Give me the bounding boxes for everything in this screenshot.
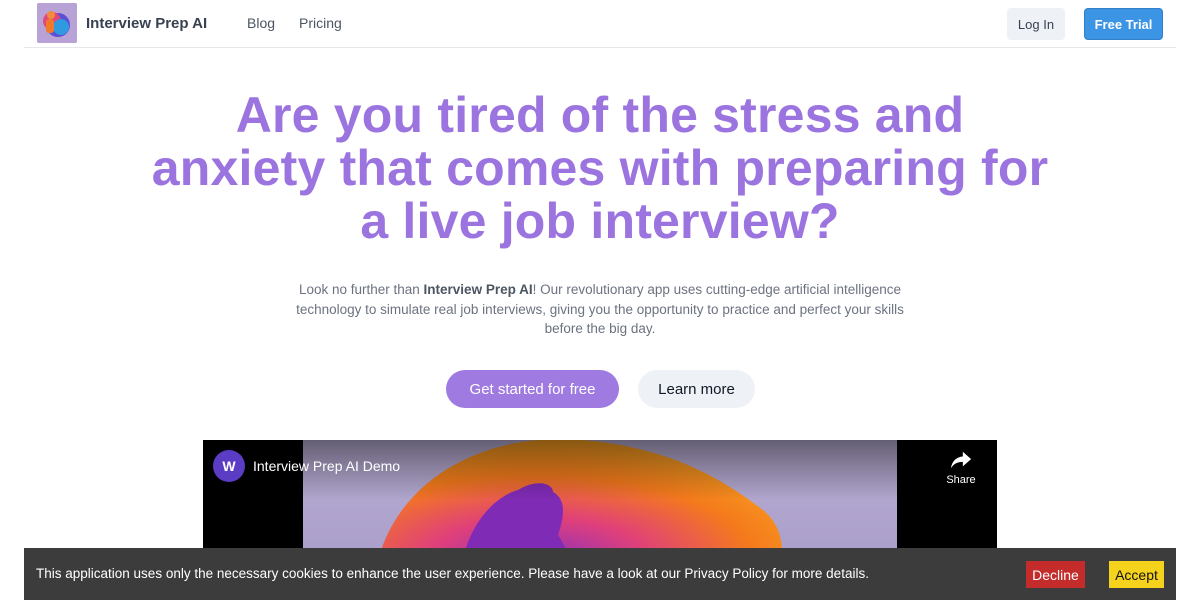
nav-link-blog[interactable]: Blog <box>247 15 275 31</box>
hero-subtitle-brand: Interview Prep AI <box>423 282 533 297</box>
get-started-button[interactable]: Get started for free <box>446 370 619 408</box>
nav-link-pricing[interactable]: Pricing <box>299 15 342 31</box>
free-trial-button[interactable]: Free Trial <box>1084 8 1163 40</box>
decline-cookies-button[interactable]: Decline <box>1026 561 1085 588</box>
accept-cookies-button[interactable]: Accept <box>1109 561 1164 588</box>
hero-subtitle: Look no further than Interview Prep AI! … <box>290 280 910 339</box>
channel-avatar[interactable]: W <box>213 450 245 482</box>
hero-title: Are you tired of the stress and anxiety … <box>151 87 1049 249</box>
cookie-banner: This application uses only the necessary… <box>24 548 1176 600</box>
brand-name[interactable]: Interview Prep AI <box>86 15 207 32</box>
share-icon <box>950 451 972 469</box>
share-button[interactable]: Share <box>941 450 981 490</box>
app-logo[interactable] <box>37 3 77 43</box>
login-button[interactable]: Log In <box>1007 8 1065 40</box>
share-label: Share <box>946 474 976 486</box>
video-title[interactable]: Interview Prep AI Demo <box>253 458 400 474</box>
hero-subtitle-lead: Look no further than <box>298 282 424 297</box>
cookie-message: This application uses only the necessary… <box>36 566 869 581</box>
navbar: Interview Prep AI Blog Pricing Log In Fr… <box>24 0 1176 48</box>
learn-more-button[interactable]: Learn more <box>638 370 755 408</box>
